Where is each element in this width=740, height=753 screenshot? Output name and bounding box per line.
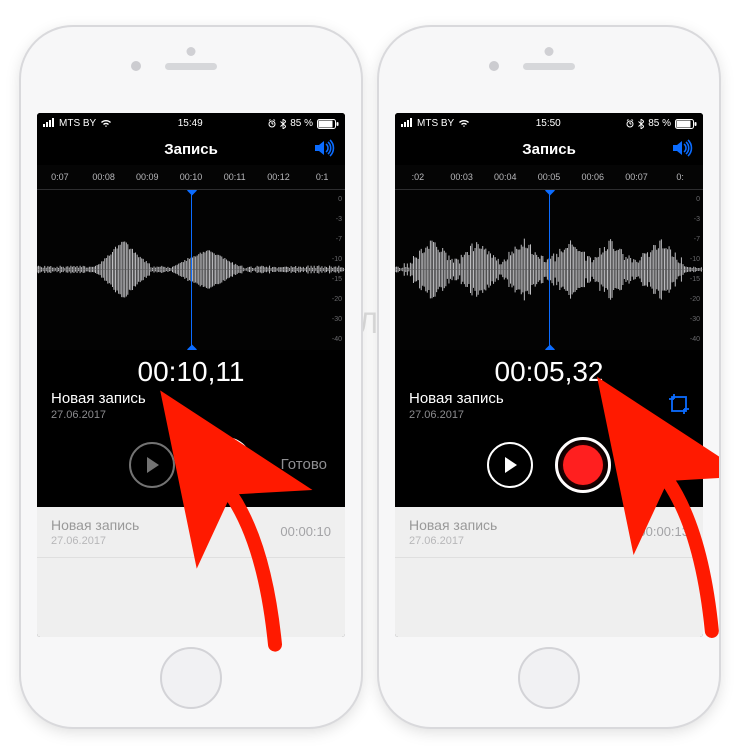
page-title: Запись [164, 141, 218, 158]
timeline-tick: 00:05 [530, 172, 568, 182]
timeline-tick: 00:03 [443, 172, 481, 182]
status-time: 15:49 [178, 118, 203, 129]
list-item-duration: 00:00:13 [638, 524, 689, 539]
alarm-icon [268, 119, 276, 128]
wifi-icon [100, 119, 112, 128]
bluetooth-icon [638, 119, 644, 129]
record-icon [563, 445, 603, 485]
timeline-tick: 0:1 [303, 172, 341, 182]
done-button[interactable]: Готово [639, 456, 685, 473]
elapsed-timer: 00:10,11 [37, 350, 345, 390]
recordings-list[interactable]: Новая запись 27.06.2017 00:00:13 [395, 507, 703, 637]
nav-bar: Запись [395, 135, 703, 165]
timeline-tick: 00:09 [128, 172, 166, 182]
stop-icon [215, 455, 235, 475]
timeline-tick: 00:04 [486, 172, 524, 182]
screen: MTS BY 15:50 85 % Запись :02 00:03 00:04 00… [395, 113, 703, 637]
bluetooth-icon [280, 119, 286, 129]
front-camera [131, 61, 141, 71]
play-button[interactable] [487, 442, 533, 488]
recording-meta: Новая запись 27.06.2017 [37, 390, 345, 431]
carrier-label: MTS BY [417, 118, 454, 129]
waveform-area[interactable]: 0-3-7-10-15-20-30-40 [395, 190, 703, 350]
status-bar: MTS BY 15:50 85 % [395, 113, 703, 135]
timeline-tick: 00:12 [260, 172, 298, 182]
battery-pct: 85 % [648, 118, 671, 129]
speaker-volume-icon[interactable] [671, 139, 693, 161]
home-button[interactable] [518, 647, 580, 709]
timeline-tick: 00:10 [172, 172, 210, 182]
db-scale: 0-3-7-10-15-20-30-40 [682, 196, 700, 344]
list-item-title: Новая запись [409, 517, 497, 533]
timeline-tick: 00:11 [216, 172, 254, 182]
recording-date: 27.06.2017 [51, 409, 331, 421]
recording-title: Новая запись [409, 390, 689, 407]
recording-title: Новая запись [51, 390, 331, 407]
phone-frame: MTS BY 15:50 85 % Запись :02 00:03 00:04 00… [379, 27, 719, 727]
speaker-volume-icon[interactable] [313, 139, 335, 161]
list-item[interactable]: Новая запись 27.06.2017 00:00:10 [37, 507, 345, 558]
battery-pct: 85 % [290, 118, 313, 129]
battery-icon [317, 119, 339, 129]
record-button[interactable] [555, 437, 611, 493]
timeline-tick: 0: [661, 172, 699, 182]
timeline-tick: 00:07 [618, 172, 656, 182]
timeline-tick: 0:07 [41, 172, 79, 182]
transport-controls: Готово [395, 431, 703, 507]
nav-bar: Запись [37, 135, 345, 165]
timeline-ruler[interactable]: 0:07 00:08 00:09 00:10 00:11 00:12 0:1 [37, 165, 345, 190]
waveform-area[interactable]: 0-3-7-10-15-20-30-40 [37, 190, 345, 350]
status-time: 15:50 [536, 118, 561, 129]
playhead[interactable] [191, 190, 192, 350]
screen: MTS BY 15:49 85 % Запись 0:0700:0800:090… [37, 113, 345, 637]
signal-bars-icon [43, 118, 55, 130]
timeline-tick: :02 [399, 172, 437, 182]
elapsed-timer: 00:05,32 [395, 350, 703, 390]
battery-icon [675, 119, 697, 129]
stop-button[interactable] [197, 437, 253, 493]
home-button[interactable] [160, 647, 222, 709]
transport-controls: Готово [37, 431, 345, 507]
play-button [129, 442, 175, 488]
list-item-date: 27.06.2017 [409, 535, 497, 547]
db-scale: 0-3-7-10-15-20-30-40 [324, 196, 342, 344]
done-button: Готово [281, 456, 327, 473]
timeline-tick: 00:08 [85, 172, 123, 182]
list-item-duration: 00:00:10 [280, 524, 331, 539]
signal-bars-icon [401, 118, 413, 130]
earpiece-speaker [165, 63, 217, 70]
recording-meta: Новая запись 27.06.2017 [395, 390, 703, 431]
carrier-label: MTS BY [59, 118, 96, 129]
alarm-icon [626, 119, 634, 128]
phone-frame: MTS BY 15:49 85 % Запись 0:0700:0800:090… [21, 27, 361, 727]
timeline-tick: 00:06 [574, 172, 612, 182]
recordings-list[interactable]: Новая запись 27.06.2017 00:00:10 [37, 507, 345, 637]
list-item-date: 27.06.2017 [51, 535, 139, 547]
playhead[interactable] [549, 190, 550, 350]
status-bar: MTS BY 15:49 85 % [37, 113, 345, 135]
trim-icon[interactable] [669, 394, 689, 414]
sensor-dot [187, 47, 196, 56]
timeline-ruler[interactable]: :02 00:03 00:04 00:05 00:06 00:07 0: [395, 165, 703, 190]
list-item-title: Новая запись [51, 517, 139, 533]
earpiece-speaker [523, 63, 575, 70]
wifi-icon [458, 119, 470, 128]
front-camera [489, 61, 499, 71]
list-item[interactable]: Новая запись 27.06.2017 00:00:13 [395, 507, 703, 558]
page-title: Запись [522, 141, 576, 158]
sensor-dot [545, 47, 554, 56]
recording-date: 27.06.2017 [409, 409, 689, 421]
